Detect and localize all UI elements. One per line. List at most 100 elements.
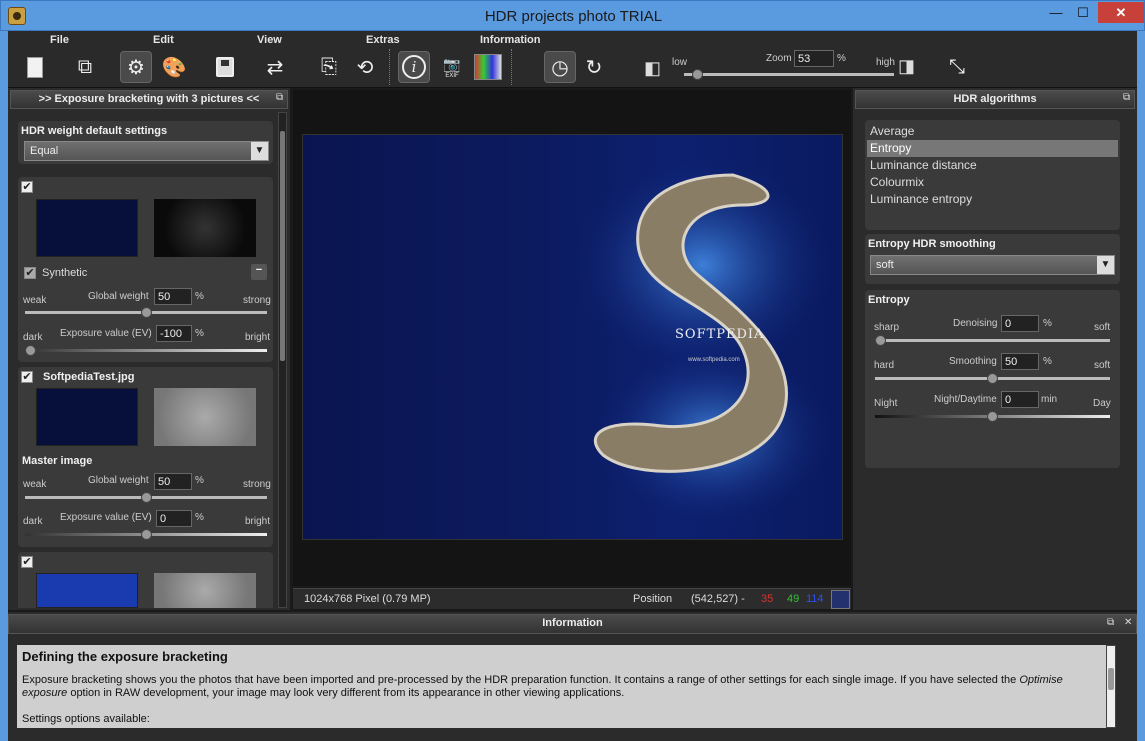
hdr-preview-image[interactable]: SOFTPEDIA www.softpedia.com [302,134,843,540]
algorithm-item[interactable]: Luminance entropy [867,191,1118,208]
algorithm-list: Average Entropy Luminance distance Colourmi… [867,123,1118,208]
slider-knob[interactable] [25,345,36,356]
refresh-image-button[interactable]: ⟲ [349,51,381,83]
slider-knob[interactable] [987,373,998,384]
undock-icon[interactable]: ⧉ [1123,92,1130,103]
denoising-slider[interactable] [875,335,1110,346]
exif-button[interactable]: 📷 EXIF [436,51,468,83]
information-settings-heading: Settings options available: [22,713,150,725]
title-bar: HDR projects photo TRIAL — ☐ ✕ [0,0,1145,31]
weight-settings-dropdown[interactable]: Equal ▼ [24,141,269,161]
synthetic-checkbox[interactable]: ✔ [24,267,36,279]
image-2-thumbnail[interactable] [36,388,138,446]
smoothing-input[interactable]: 50 [1001,353,1039,370]
global-weight-unit: % [195,291,204,302]
image-3-thumbnail[interactable] [36,573,138,608]
algorithm-item[interactable]: Colourmix [867,174,1118,191]
zoom-slider-knob[interactable] [692,69,703,80]
image-size-text: 1024x768 Pixel (0.79 MP) [304,593,431,605]
slider-knob[interactable] [141,529,152,540]
close-button[interactable]: ✕ [1098,2,1144,23]
settings-button[interactable]: ⚙ [120,51,152,83]
information-scrollbar[interactable] [1106,645,1116,728]
weight-settings-label: HDR weight default settings [21,125,168,137]
night-label: Night [874,398,898,409]
new-file-button[interactable] [19,51,51,83]
redo-button[interactable]: ↻ [578,51,610,83]
information-header: Information [8,614,1137,634]
minimize-button[interactable]: — [1044,2,1068,23]
save-button[interactable] [209,51,241,83]
left-panel-header: >> Exposure bracketing with 3 pictures <… [10,90,288,109]
night-daytime-input[interactable]: 0 [1001,391,1039,408]
menu-view[interactable]: View [257,34,282,46]
maximize-button[interactable]: ☐ [1071,2,1095,23]
export-button[interactable]: ⇄ [259,51,291,83]
denoising-unit: % [1043,318,1052,329]
crop-button[interactable]: ⤡ [941,51,973,83]
smoothing-left-label: hard [874,360,895,371]
image-1-checkbox[interactable]: ✔ [21,181,33,193]
night-daytime-slider[interactable] [875,411,1110,422]
weight-strong-label: strong [243,479,271,490]
menu-extras[interactable]: Extras [366,34,400,46]
image-1-weight-map [154,199,256,257]
left-panel-scrollbar[interactable] [278,112,287,608]
menu-information[interactable]: Information [480,34,541,46]
slider-knob[interactable] [141,492,152,503]
global-weight-input[interactable]: 50 [154,288,192,305]
algorithm-item[interactable]: Average [867,123,1118,140]
weight-settings-value: Equal [30,145,59,157]
global-weight-input[interactable]: 50 [154,473,192,490]
global-weight-slider[interactable] [25,307,267,318]
separator [511,49,513,85]
exposure-value-slider[interactable] [25,529,267,540]
undock-icon[interactable]: ⧉ [276,92,283,103]
camera-icon: 📷 [443,55,461,72]
batch-icon: ⎘ [321,55,337,78]
menu-file[interactable]: File [50,34,69,46]
undock-icon[interactable]: ⧉ [1107,617,1114,628]
scrollbar-thumb[interactable] [280,131,285,361]
exposure-value-slider[interactable] [25,345,267,356]
denoising-input[interactable]: 0 [1001,315,1039,332]
batch-button[interactable]: ⎘ [313,51,345,83]
position-label: Position [633,593,673,605]
exposure-value-input[interactable]: -100 [156,325,192,342]
image-3-checkbox[interactable]: ✔ [21,556,33,568]
zoom-input[interactable]: 53 [794,50,834,67]
copy-button[interactable]: ⧉ [69,51,101,83]
zoom-out-button[interactable]: ◧ [644,58,666,80]
global-weight-slider[interactable] [25,492,267,503]
smoothing-dropdown[interactable]: soft ▼ [870,255,1115,275]
image-refresh-icon: ⟲ [356,56,374,79]
toolbar: File Edit View Extras Information ⧉ ⚙ 🎨 … [8,31,1137,88]
slider-knob[interactable] [141,307,152,318]
histogram-button[interactable] [472,51,504,83]
info-button[interactable]: i [398,51,430,83]
exposure-value-unit: % [195,512,204,523]
menu-edit[interactable]: Edit [153,34,174,46]
smoothing-slider[interactable] [875,373,1110,384]
algorithm-item[interactable]: Luminance distance [867,157,1118,174]
slider-knob[interactable] [987,411,998,422]
palette-button[interactable]: 🎨 [158,51,190,83]
smoothing-right-label: soft [1094,360,1111,371]
slider-knob[interactable] [875,335,886,346]
image-2-caption: Master image [22,455,93,467]
weight-strong-label: strong [243,295,271,306]
zoom-in-button[interactable]: ◨ [898,56,920,78]
image-1-thumbnail[interactable] [36,199,138,257]
undo-history-button[interactable]: ◷ [544,51,576,83]
zoom-slider[interactable] [684,69,894,80]
close-panel-icon[interactable]: ✕ [1124,617,1132,628]
algorithm-item[interactable]: Entropy [867,140,1118,157]
image-3-weight-map [154,573,256,608]
copy-icon: ⧉ [77,55,93,78]
exposure-value-input[interactable]: 0 [156,510,192,527]
day-label: Day [1093,398,1111,409]
image-2-checkbox[interactable]: ✔ [21,371,33,383]
collapse-button[interactable]: − [251,264,267,280]
scrollbar-thumb[interactable] [1108,668,1114,690]
ev-bright-label: bright [245,332,271,343]
